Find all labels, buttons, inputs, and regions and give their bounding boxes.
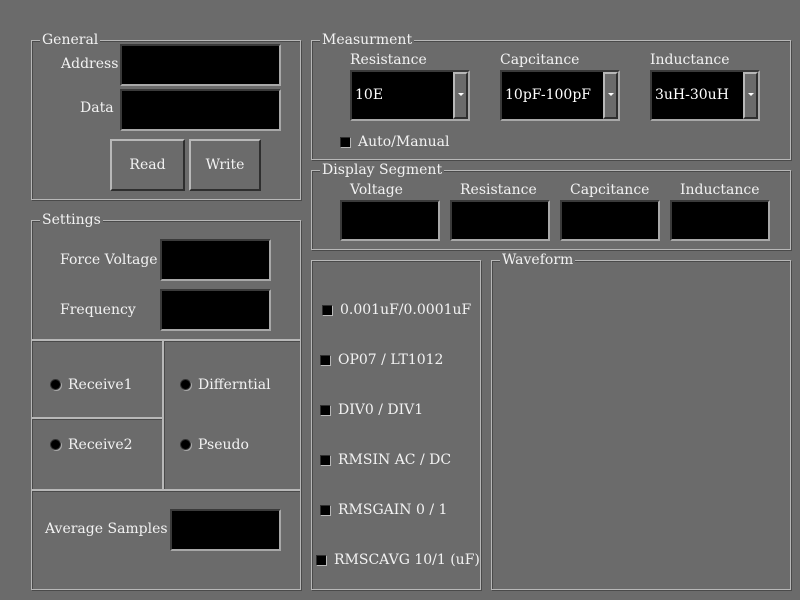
mode-cell: [163, 340, 301, 490]
receive2-cell: [31, 418, 163, 490]
pseudo-radio[interactable]: [180, 439, 191, 450]
resistance-select[interactable]: 10E: [350, 70, 470, 121]
data-label: Data: [80, 100, 114, 116]
resistance-label: Resistance: [350, 52, 427, 68]
receive1-radio[interactable]: [50, 379, 61, 390]
display-inductance-label: Inductance: [680, 182, 760, 198]
write-button[interactable]: Write: [189, 139, 261, 191]
inductance-select[interactable]: 3uH-30uH: [650, 70, 760, 121]
auto-manual-checkbox[interactable]: [340, 137, 351, 148]
option-div-checkbox[interactable]: [320, 405, 331, 416]
chevron-down-icon[interactable]: [743, 72, 758, 119]
option-capacitor-checkbox[interactable]: [322, 305, 333, 316]
differential-radio[interactable]: [180, 379, 191, 390]
auto-manual-label: Auto/Manual: [358, 134, 450, 150]
waveform-group: Waveform: [491, 252, 791, 590]
voltage-label: Voltage: [350, 182, 403, 198]
chevron-down-icon[interactable]: [453, 72, 468, 119]
general-title: General: [40, 32, 101, 48]
inductance-display: [670, 200, 770, 241]
option-rmsin-checkbox[interactable]: [320, 455, 331, 466]
resistance-display: [450, 200, 550, 241]
option-rmscavg-checkbox[interactable]: [316, 555, 327, 566]
average-samples-label: Average Samples: [45, 521, 168, 537]
force-voltage-field[interactable]: [160, 239, 271, 281]
receive1-label: Receive1: [68, 377, 133, 393]
display-segment-title: Display Segment: [320, 162, 445, 178]
average-samples-field[interactable]: [170, 509, 281, 551]
option-rmsin-label: RMSIN AC / DC: [338, 452, 452, 468]
option-rmscavg-label: RMSCAVG 10/1 (uF): [334, 552, 480, 568]
settings-title: Settings: [40, 212, 103, 228]
waveform-title: Waveform: [500, 252, 576, 268]
capacitance-select[interactable]: 10pF-100pF: [500, 70, 620, 121]
option-capacitor-label: 0.001uF/0.0001uF: [340, 302, 472, 318]
voltage-display: [340, 200, 440, 241]
address-field[interactable]: [120, 44, 281, 86]
read-button[interactable]: Read: [110, 139, 185, 191]
frequency-field[interactable]: [160, 289, 271, 331]
display-capacitance-label: Capcitance: [570, 182, 650, 198]
pseudo-label: Pseudo: [198, 437, 249, 453]
inductance-label: Inductance: [650, 52, 730, 68]
force-voltage-label: Force Voltage: [60, 252, 158, 268]
resistance-value: 10E: [355, 87, 384, 103]
option-opamp-label: OP07 / LT1012: [338, 352, 444, 368]
capacitance-display: [560, 200, 660, 241]
measurement-title: Measurment: [320, 32, 415, 48]
inductance-value: 3uH-30uH: [655, 87, 729, 103]
receive2-label: Receive2: [68, 437, 133, 453]
capacitance-value: 10pF-100pF: [505, 87, 591, 103]
option-rmsgain-label: RMSGAIN 0 / 1: [338, 502, 448, 518]
receive2-radio[interactable]: [50, 439, 61, 450]
option-opamp-checkbox[interactable]: [320, 355, 331, 366]
option-div-label: DIV0 / DIV1: [338, 402, 424, 418]
option-rmsgain-checkbox[interactable]: [320, 505, 331, 516]
frequency-label: Frequency: [60, 302, 136, 318]
display-resistance-label: Resistance: [460, 182, 537, 198]
capacitance-label: Capcitance: [500, 52, 580, 68]
data-field[interactable]: [120, 89, 281, 131]
differential-label: Differntial: [198, 377, 271, 393]
address-label: Address: [61, 56, 119, 72]
chevron-down-icon[interactable]: [603, 72, 618, 119]
